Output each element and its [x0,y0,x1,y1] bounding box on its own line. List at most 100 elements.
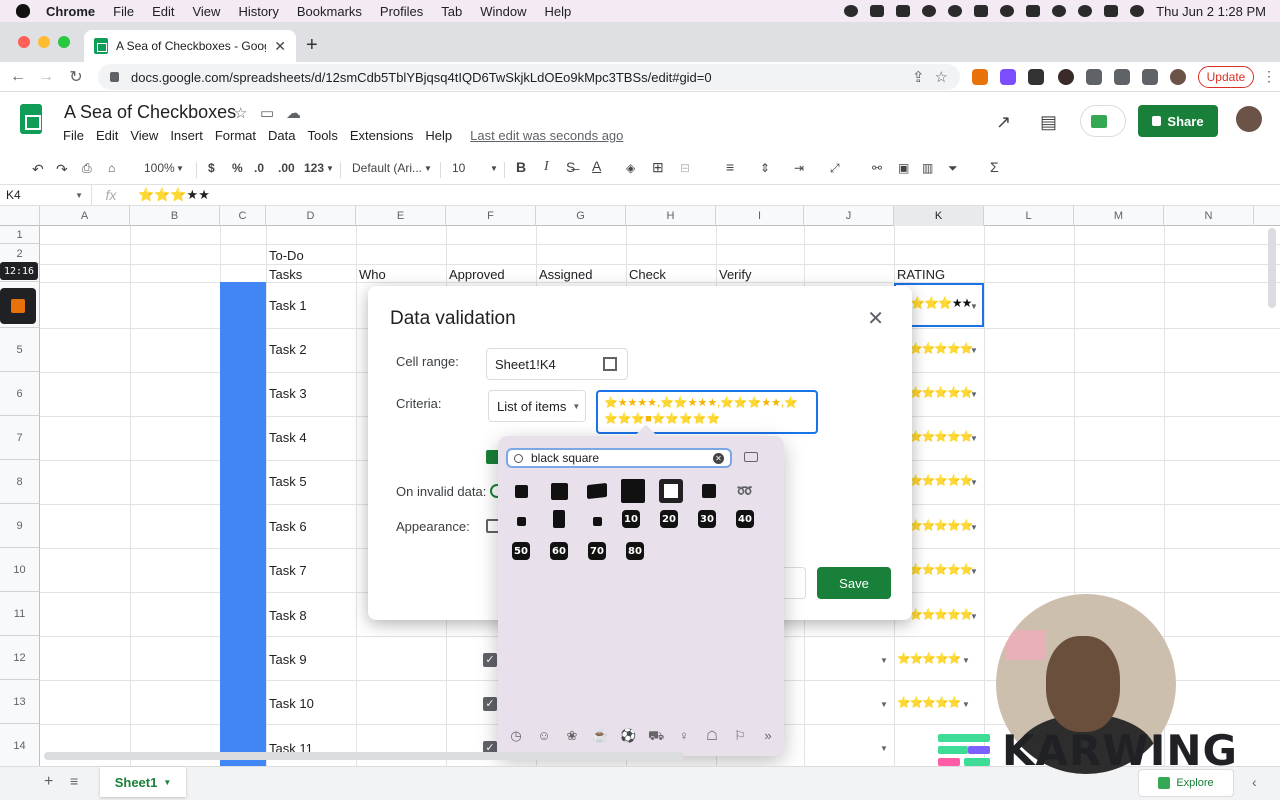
reload-icon[interactable]: ↻ [62,67,90,87]
animal-icon[interactable]: ❀ [564,728,580,746]
mac-menu-view[interactable]: View [192,4,220,19]
number-40-glyph[interactable]: 40 [736,510,754,528]
share-page-icon[interactable]: ⇪ [912,68,925,86]
profile-avatar[interactable] [1170,69,1186,85]
chevron-down-icon[interactable]: ▼ [970,434,978,443]
row-header[interactable]: 12 [0,636,40,680]
borders-icon[interactable]: ⊞ [652,159,664,176]
play-icon[interactable] [948,5,963,17]
bulb-icon[interactable]: ♀ [676,728,692,746]
font-size-select[interactable]: 10 [452,161,465,175]
last-edit-link[interactable]: Last edit was seconds ago [470,128,623,143]
currency-button[interactable]: $ [208,161,215,175]
siri-icon[interactable] [1130,5,1145,17]
keyboard-viewer-icon[interactable] [744,452,758,462]
task-cell[interactable]: Task 7 [269,563,307,578]
number-60-glyph[interactable]: 60 [550,542,568,560]
horizontal-scrollbar[interactable] [44,752,684,760]
extension-icon[interactable] [1058,69,1074,85]
status-app-icon[interactable] [844,5,859,17]
gear-icon[interactable] [922,5,937,17]
clock-icon[interactable]: ◷ [508,728,524,746]
rating-cell[interactable]: ⭐⭐⭐⭐⭐ [909,563,973,576]
column-header-n[interactable]: N [1164,206,1254,226]
functions-icon[interactable]: Σ [990,159,999,175]
cloud-status-icon[interactable]: ☁ [286,104,301,122]
black-small-square-glyph[interactable] [510,510,532,532]
column-header-c[interactable]: C [220,206,266,226]
food-icon[interactable]: ☕ [592,728,608,746]
glasses-glyph[interactable]: ➿ [734,480,756,502]
k4-rating[interactable]: ⭐⭐⭐★★ [910,296,972,310]
save-button[interactable]: Save [817,567,891,599]
text-color-icon[interactable]: A [592,158,601,174]
row-header[interactable]: 1 [0,226,40,244]
header-verify[interactable]: Verify [719,267,752,282]
star-icon[interactable]: ☆ [234,104,247,122]
chart-icon[interactable]: ▥ [922,161,933,175]
white-square-button-glyph[interactable] [658,478,684,504]
chevron-down-icon[interactable]: ▼ [163,778,171,787]
rating-cell[interactable]: ⭐⭐⭐⭐⭐ [909,342,973,355]
chevron-down-icon[interactable]: ▼ [176,164,184,173]
task-cell[interactable]: Task 6 [269,519,307,534]
print-icon[interactable]: ⎙ [82,161,92,176]
forward-icon[interactable]: → [32,68,60,86]
more-vert-icon[interactable]: ⋮ [1262,68,1276,85]
black-small-square-glyph[interactable] [586,510,608,532]
column-header-e[interactable]: E [356,206,446,226]
extension-icon[interactable] [972,69,988,85]
header-approved[interactable]: Approved [449,267,505,282]
car-icon[interactable]: ⛟ [648,728,664,746]
app-menu-chrome[interactable]: Chrome [46,4,95,19]
column-header-h[interactable]: H [626,206,716,226]
rating-cell[interactable]: ⭐⭐⭐⭐⭐ [909,430,973,443]
mac-menu-edit[interactable]: Edit [152,4,174,19]
vertical-align-icon[interactable]: ⇕ [760,161,770,175]
mac-menu-tab[interactable]: Tab [441,4,462,19]
increase-decimal-button[interactable]: .00 [278,161,295,175]
header-check[interactable]: Check [629,267,666,282]
column-header-i[interactable]: I [716,206,804,226]
move-folder-icon[interactable]: ▭ [260,104,274,122]
chevron-down-icon[interactable]: ▼ [970,567,978,576]
column-header-b[interactable]: B [130,206,220,226]
text-wrap-icon[interactable]: ⇥ [794,161,804,175]
list-items-input[interactable]: ⭐★★★★,⭐⭐★★★,⭐⭐⭐★★,⭐⭐⭐⭐■⭐⭐⭐⭐⭐ [596,390,818,434]
header-rating[interactable]: RATING [897,267,945,282]
status-app-icon[interactable] [896,5,911,17]
meet-button[interactable] [1080,105,1126,137]
black-medium-small-square-glyph[interactable] [548,508,570,530]
chevron-down-icon[interactable]: ▼ [326,164,334,173]
avatar[interactable] [1236,106,1262,132]
task-cell[interactable]: Task 10 [269,696,314,711]
menu-extensions[interactable]: Extensions [350,128,414,143]
mac-menu-profiles[interactable]: Profiles [380,4,423,19]
fill-color-icon[interactable]: ◈ [626,161,635,175]
comment-icon[interactable]: ▣ [898,161,909,175]
bookmark-star-icon[interactable]: ☆ [935,68,948,86]
clear-search-icon[interactable]: ✕ [713,453,724,464]
new-tab-icon[interactable]: + [306,34,318,57]
align-icon[interactable]: ≡ [726,159,734,175]
mac-menu-help[interactable]: Help [545,4,572,19]
symbols-icon[interactable]: ☖ [704,728,720,746]
approved-checkbox[interactable]: ✓ [483,653,497,667]
menu-format[interactable]: Format [215,128,256,143]
task-cell[interactable]: Task 9 [269,652,307,667]
cell-range-input[interactable]: Sheet1!K4 [486,348,628,380]
moon-icon[interactable] [1000,5,1015,17]
decrease-decimal-button[interactable]: .0 [254,161,264,175]
row-header[interactable]: 2 [0,244,40,264]
chevron-down-icon[interactable]: ▼ [970,346,978,355]
chevron-down-icon[interactable]: ▼ [970,523,978,532]
task-cell[interactable]: Task 5 [269,474,307,489]
row-header[interactable]: 7 [0,416,40,460]
header-tasks[interactable]: Tasks [269,267,302,282]
chevron-down-icon[interactable]: ▼ [424,164,432,173]
column-header-g[interactable]: G [536,206,626,226]
undo-icon[interactable]: ↶ [32,161,44,178]
filter-icon[interactable]: ⏷ [948,161,958,176]
emoji-search-input[interactable]: black square ✕ [506,448,732,468]
mac-menu-bookmarks[interactable]: Bookmarks [297,4,362,19]
